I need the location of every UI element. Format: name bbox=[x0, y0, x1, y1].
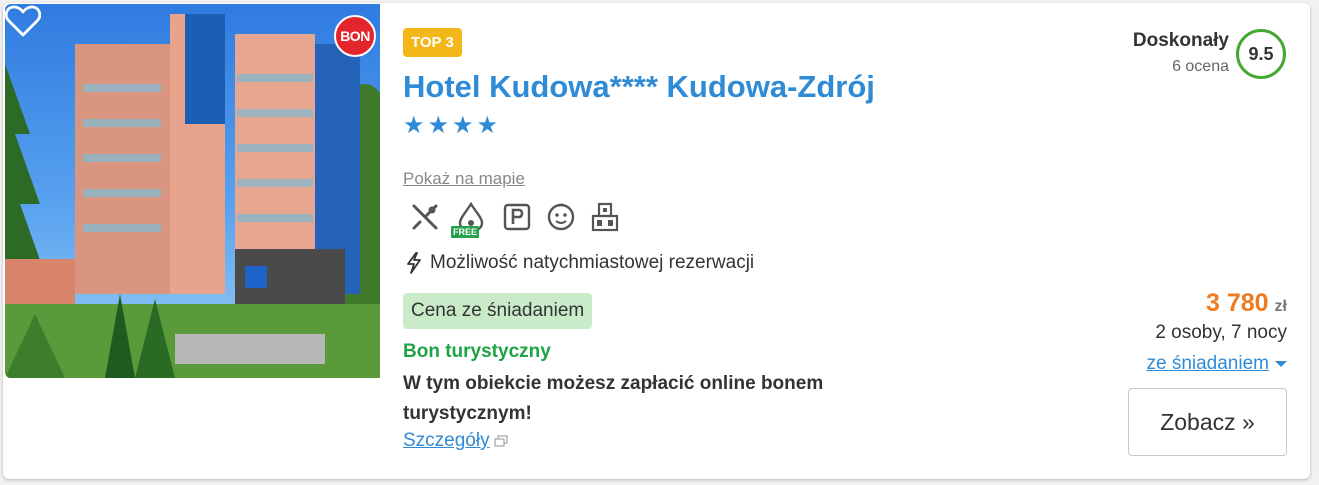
board-select[interactable]: ze śniadaniem bbox=[1146, 353, 1287, 375]
board-select-label[interactable]: ze śniadaniem bbox=[1146, 353, 1269, 375]
bon-description: W tym obiekcie możesz zapłacić online bo… bbox=[403, 373, 824, 424]
amenities-list bbox=[410, 201, 620, 236]
bon-title: Bon turystyczny bbox=[403, 341, 551, 362]
star-icon: ★ bbox=[476, 112, 499, 139]
hotel-building-image bbox=[5, 14, 380, 378]
hotel-name-link[interactable]: Hotel Kudowa**** Kudowa-Zdrój bbox=[403, 69, 875, 105]
show-on-map-link[interactable]: Pokaż na mapie bbox=[403, 169, 525, 189]
star-icon: ★ bbox=[403, 112, 425, 139]
external-window-icon bbox=[493, 435, 508, 447]
price-currency: zł bbox=[1274, 298, 1287, 315]
details-link-label[interactable]: Szczegóły bbox=[403, 430, 490, 452]
favorite-heart-icon[interactable] bbox=[5, 4, 41, 38]
lightning-icon bbox=[407, 252, 421, 274]
star-icon: ★ bbox=[427, 112, 450, 139]
hotel-photo[interactable]: BON bbox=[5, 4, 380, 378]
free-tag: FREE bbox=[451, 226, 480, 238]
breakfast-price-badge: Cena ze śniadaniem bbox=[403, 293, 593, 329]
star-icon: ★ bbox=[452, 112, 474, 139]
restaurant-icon bbox=[410, 202, 440, 236]
instant-booking: Możliwość natychmiastowej rezerwacji bbox=[406, 252, 754, 274]
price: 3 780 zł bbox=[1206, 289, 1287, 318]
bon-badge: BON bbox=[334, 15, 376, 57]
parking-icon bbox=[502, 202, 532, 236]
see-offer-button[interactable]: Zobacz » bbox=[1128, 388, 1287, 456]
top-rank-badge: TOP 3 bbox=[403, 28, 462, 57]
hotel-stars: ★ ★ ★ ★ bbox=[403, 114, 498, 138]
chevron-down-icon bbox=[1275, 361, 1287, 367]
rating-label: Doskonały bbox=[1132, 30, 1229, 51]
building-icon bbox=[590, 202, 620, 236]
price-value: 3 780 bbox=[1205, 289, 1269, 317]
rating-score: 9.5 bbox=[1236, 29, 1286, 79]
instant-booking-label: Możliwość natychmiastowej rezerwacji bbox=[430, 252, 755, 273]
details-link[interactable]: Szczegóły bbox=[403, 430, 508, 452]
kids-icon bbox=[546, 202, 576, 236]
rating-count: 6 ocena bbox=[1172, 58, 1229, 75]
occupancy: 2 osoby, 7 nocy bbox=[1155, 322, 1287, 343]
